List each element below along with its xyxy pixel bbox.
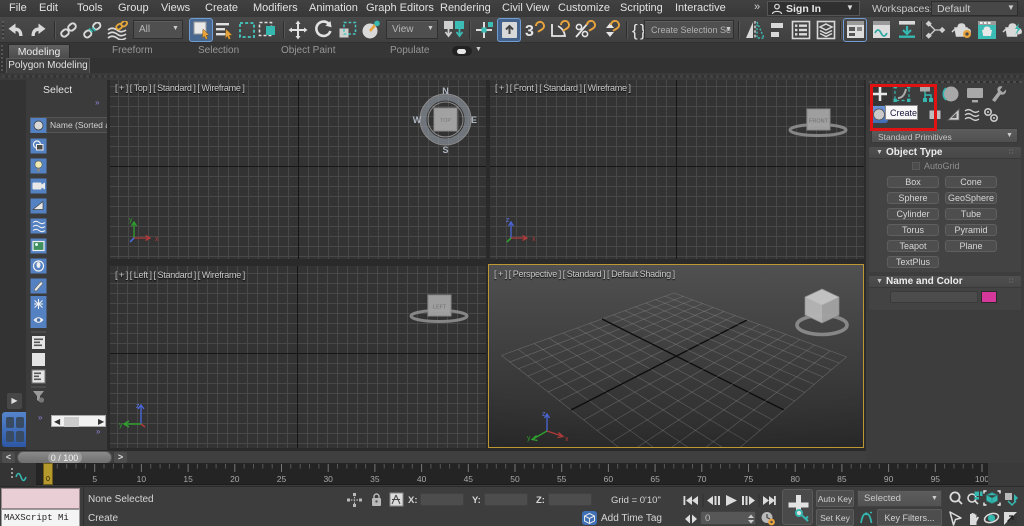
svg-text:LEFT: LEFT xyxy=(433,305,447,311)
svg-text:100: 100 xyxy=(975,474,988,484)
svg-text:y: y xyxy=(527,435,531,442)
svg-text:S: S xyxy=(442,145,448,155)
svg-text:5: 5 xyxy=(92,474,97,484)
svg-text:45: 45 xyxy=(464,474,474,484)
svg-text:70: 70 xyxy=(697,474,707,484)
svg-text:55: 55 xyxy=(557,474,567,484)
svg-text:TOP: TOP xyxy=(440,118,452,124)
svg-text:FRONT: FRONT xyxy=(809,119,829,125)
svg-text:25: 25 xyxy=(277,474,287,484)
svg-text:85: 85 xyxy=(837,474,847,484)
svg-text:60: 60 xyxy=(604,474,614,484)
svg-text:20: 20 xyxy=(230,474,240,484)
svg-text:z: z xyxy=(542,411,546,418)
svg-text:10: 10 xyxy=(137,474,147,484)
svg-text:65: 65 xyxy=(650,474,660,484)
svg-text:{: { xyxy=(632,21,638,40)
svg-text:x: x xyxy=(155,236,159,243)
svg-text:y: y xyxy=(129,217,133,224)
svg-text:x: x xyxy=(565,436,569,443)
svg-text:95: 95 xyxy=(931,474,941,484)
svg-text:80: 80 xyxy=(790,474,800,484)
svg-text:50: 50 xyxy=(510,474,520,484)
svg-text:30: 30 xyxy=(323,474,333,484)
svg-text:z: z xyxy=(136,403,140,410)
svg-text:W: W xyxy=(413,115,422,125)
svg-text:E: E xyxy=(471,115,477,125)
svg-text:3: 3 xyxy=(525,23,534,40)
svg-text:40: 40 xyxy=(417,474,427,484)
svg-text:35: 35 xyxy=(370,474,380,484)
svg-text:15: 15 xyxy=(183,474,193,484)
svg-text:y: y xyxy=(119,422,123,429)
svg-text:75: 75 xyxy=(744,474,754,484)
svg-text:N: N xyxy=(442,86,449,96)
svg-text:x: x xyxy=(532,236,536,243)
svg-text:z: z xyxy=(506,217,510,224)
svg-text:90: 90 xyxy=(884,474,894,484)
